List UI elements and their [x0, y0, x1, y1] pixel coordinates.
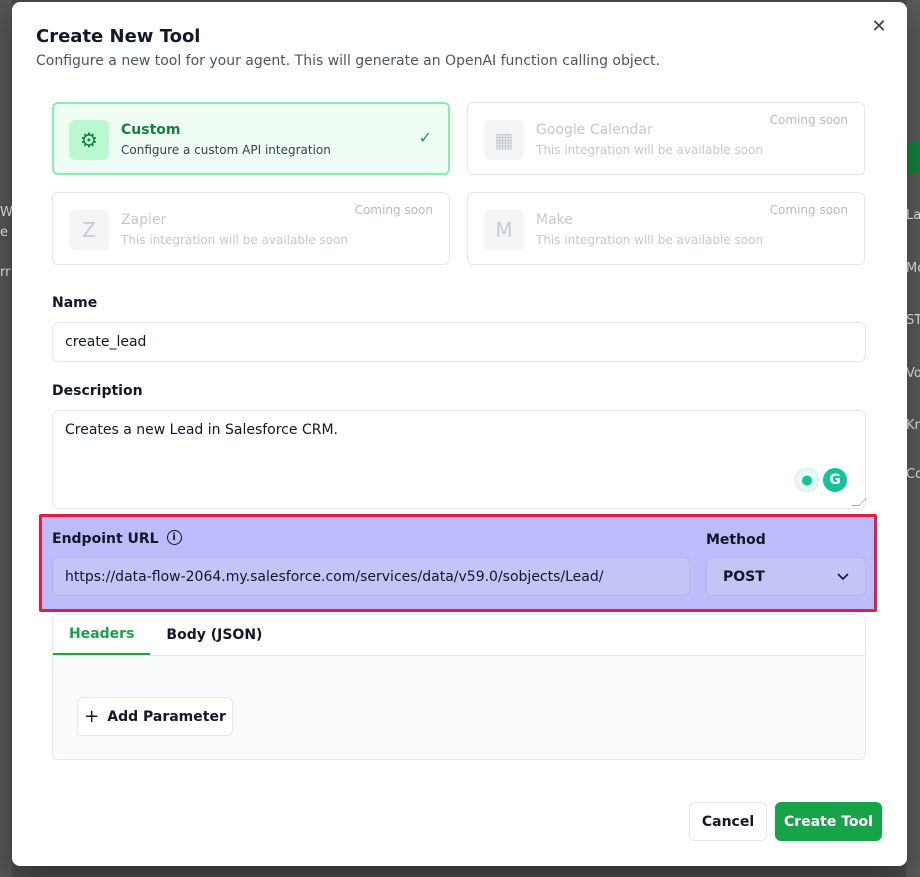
dialog-subtitle: Configure a new tool for your agent. Thi… — [36, 53, 660, 69]
integration-title: Make — [536, 212, 573, 228]
integration-description: Configure a custom API integration — [121, 143, 331, 157]
integration-card-google-calendar[interactable]: ▦ Google Calendar This integration will … — [467, 102, 865, 175]
endpoint-url-input[interactable]: https://data-flow-2064.my.salesforce.com… — [52, 557, 690, 596]
coming-soon-badge: Coming soon — [769, 113, 848, 127]
bg-text-fragment: W — [0, 205, 12, 220]
tab-body-json[interactable]: Body (JSON) — [150, 615, 278, 655]
lightbulb-icon[interactable]: ● — [795, 468, 819, 492]
parameters-panel: Headers Body (JSON) + Add Parameter — [52, 614, 866, 760]
method-select[interactable]: POST — [706, 557, 866, 596]
background-green-button — [906, 142, 920, 174]
integration-title: Custom — [121, 122, 181, 138]
info-icon[interactable]: i — [166, 529, 182, 545]
bg-text-fragment: Co — [906, 467, 920, 482]
integration-title: Google Calendar — [536, 122, 653, 138]
name-label: Name — [52, 295, 98, 311]
method-value: POST — [723, 568, 765, 585]
bg-text-fragment: Mo — [906, 261, 920, 276]
calendar-icon: ▦ — [484, 120, 524, 160]
create-tool-dialog: ✕ Create New Tool Configure a new tool f… — [12, 2, 907, 866]
tab-bar: Headers Body (JSON) — [53, 615, 865, 656]
description-label: Description — [52, 383, 143, 399]
dialog-title: Create New Tool — [36, 26, 201, 47]
add-parameter-label: Add Parameter — [107, 708, 226, 725]
close-icon[interactable]: ✕ — [869, 17, 889, 37]
integration-card-custom[interactable]: ⚙ Custom Configure a custom API integrat… — [52, 102, 450, 175]
plus-icon: + — [84, 706, 100, 727]
background-left-strip: W e rr — [0, 0, 12, 877]
gear-icon: ⚙ — [69, 120, 109, 160]
method-label: Method — [706, 532, 766, 548]
bg-text-fragment: La — [906, 208, 920, 223]
bg-text-fragment: Vo — [906, 366, 920, 381]
grammarly-icon[interactable]: G — [823, 468, 847, 492]
bg-text-fragment: e — [0, 225, 8, 240]
zapier-icon: Z — [69, 210, 109, 250]
bg-text-fragment: rr — [0, 265, 11, 280]
integration-description: This integration will be available soon — [536, 143, 764, 157]
create-tool-button[interactable]: Create Tool — [775, 802, 882, 841]
bg-text-fragment: ST — [906, 313, 920, 328]
integration-card-zapier[interactable]: Z Zapier This integration will be availa… — [52, 192, 450, 265]
description-textarea[interactable]: Creates a new Lead in Salesforce CRM. ● … — [52, 410, 867, 509]
background-right-strip: La Mo ST Vo Kn Co — [906, 0, 920, 877]
integration-title: Zapier — [121, 212, 167, 228]
check-icon: ✓ — [418, 128, 432, 147]
grammarly-widget[interactable]: ● G — [795, 468, 849, 496]
make-icon: M — [484, 210, 524, 250]
coming-soon-badge: Coming soon — [769, 203, 848, 217]
endpoint-url-label: Endpoint URL i — [52, 529, 182, 547]
coming-soon-badge: Coming soon — [354, 203, 433, 217]
integration-description: This integration will be available soon — [121, 233, 349, 247]
integration-description: This integration will be available soon — [536, 233, 764, 247]
integration-card-make[interactable]: M Make This integration will be availabl… — [467, 192, 865, 265]
bg-text-fragment: Kn — [906, 418, 920, 433]
resize-handle[interactable] — [851, 498, 867, 506]
name-input[interactable]: create_lead — [52, 322, 866, 362]
description-text: Creates a new Lead in Salesforce CRM. — [65, 422, 338, 438]
add-parameter-button[interactable]: + Add Parameter — [77, 697, 233, 736]
endpoint-url-label-text: Endpoint URL — [52, 531, 159, 547]
chevron-down-icon — [837, 572, 849, 580]
cancel-button[interactable]: Cancel — [689, 802, 767, 841]
tab-headers[interactable]: Headers — [53, 615, 151, 655]
